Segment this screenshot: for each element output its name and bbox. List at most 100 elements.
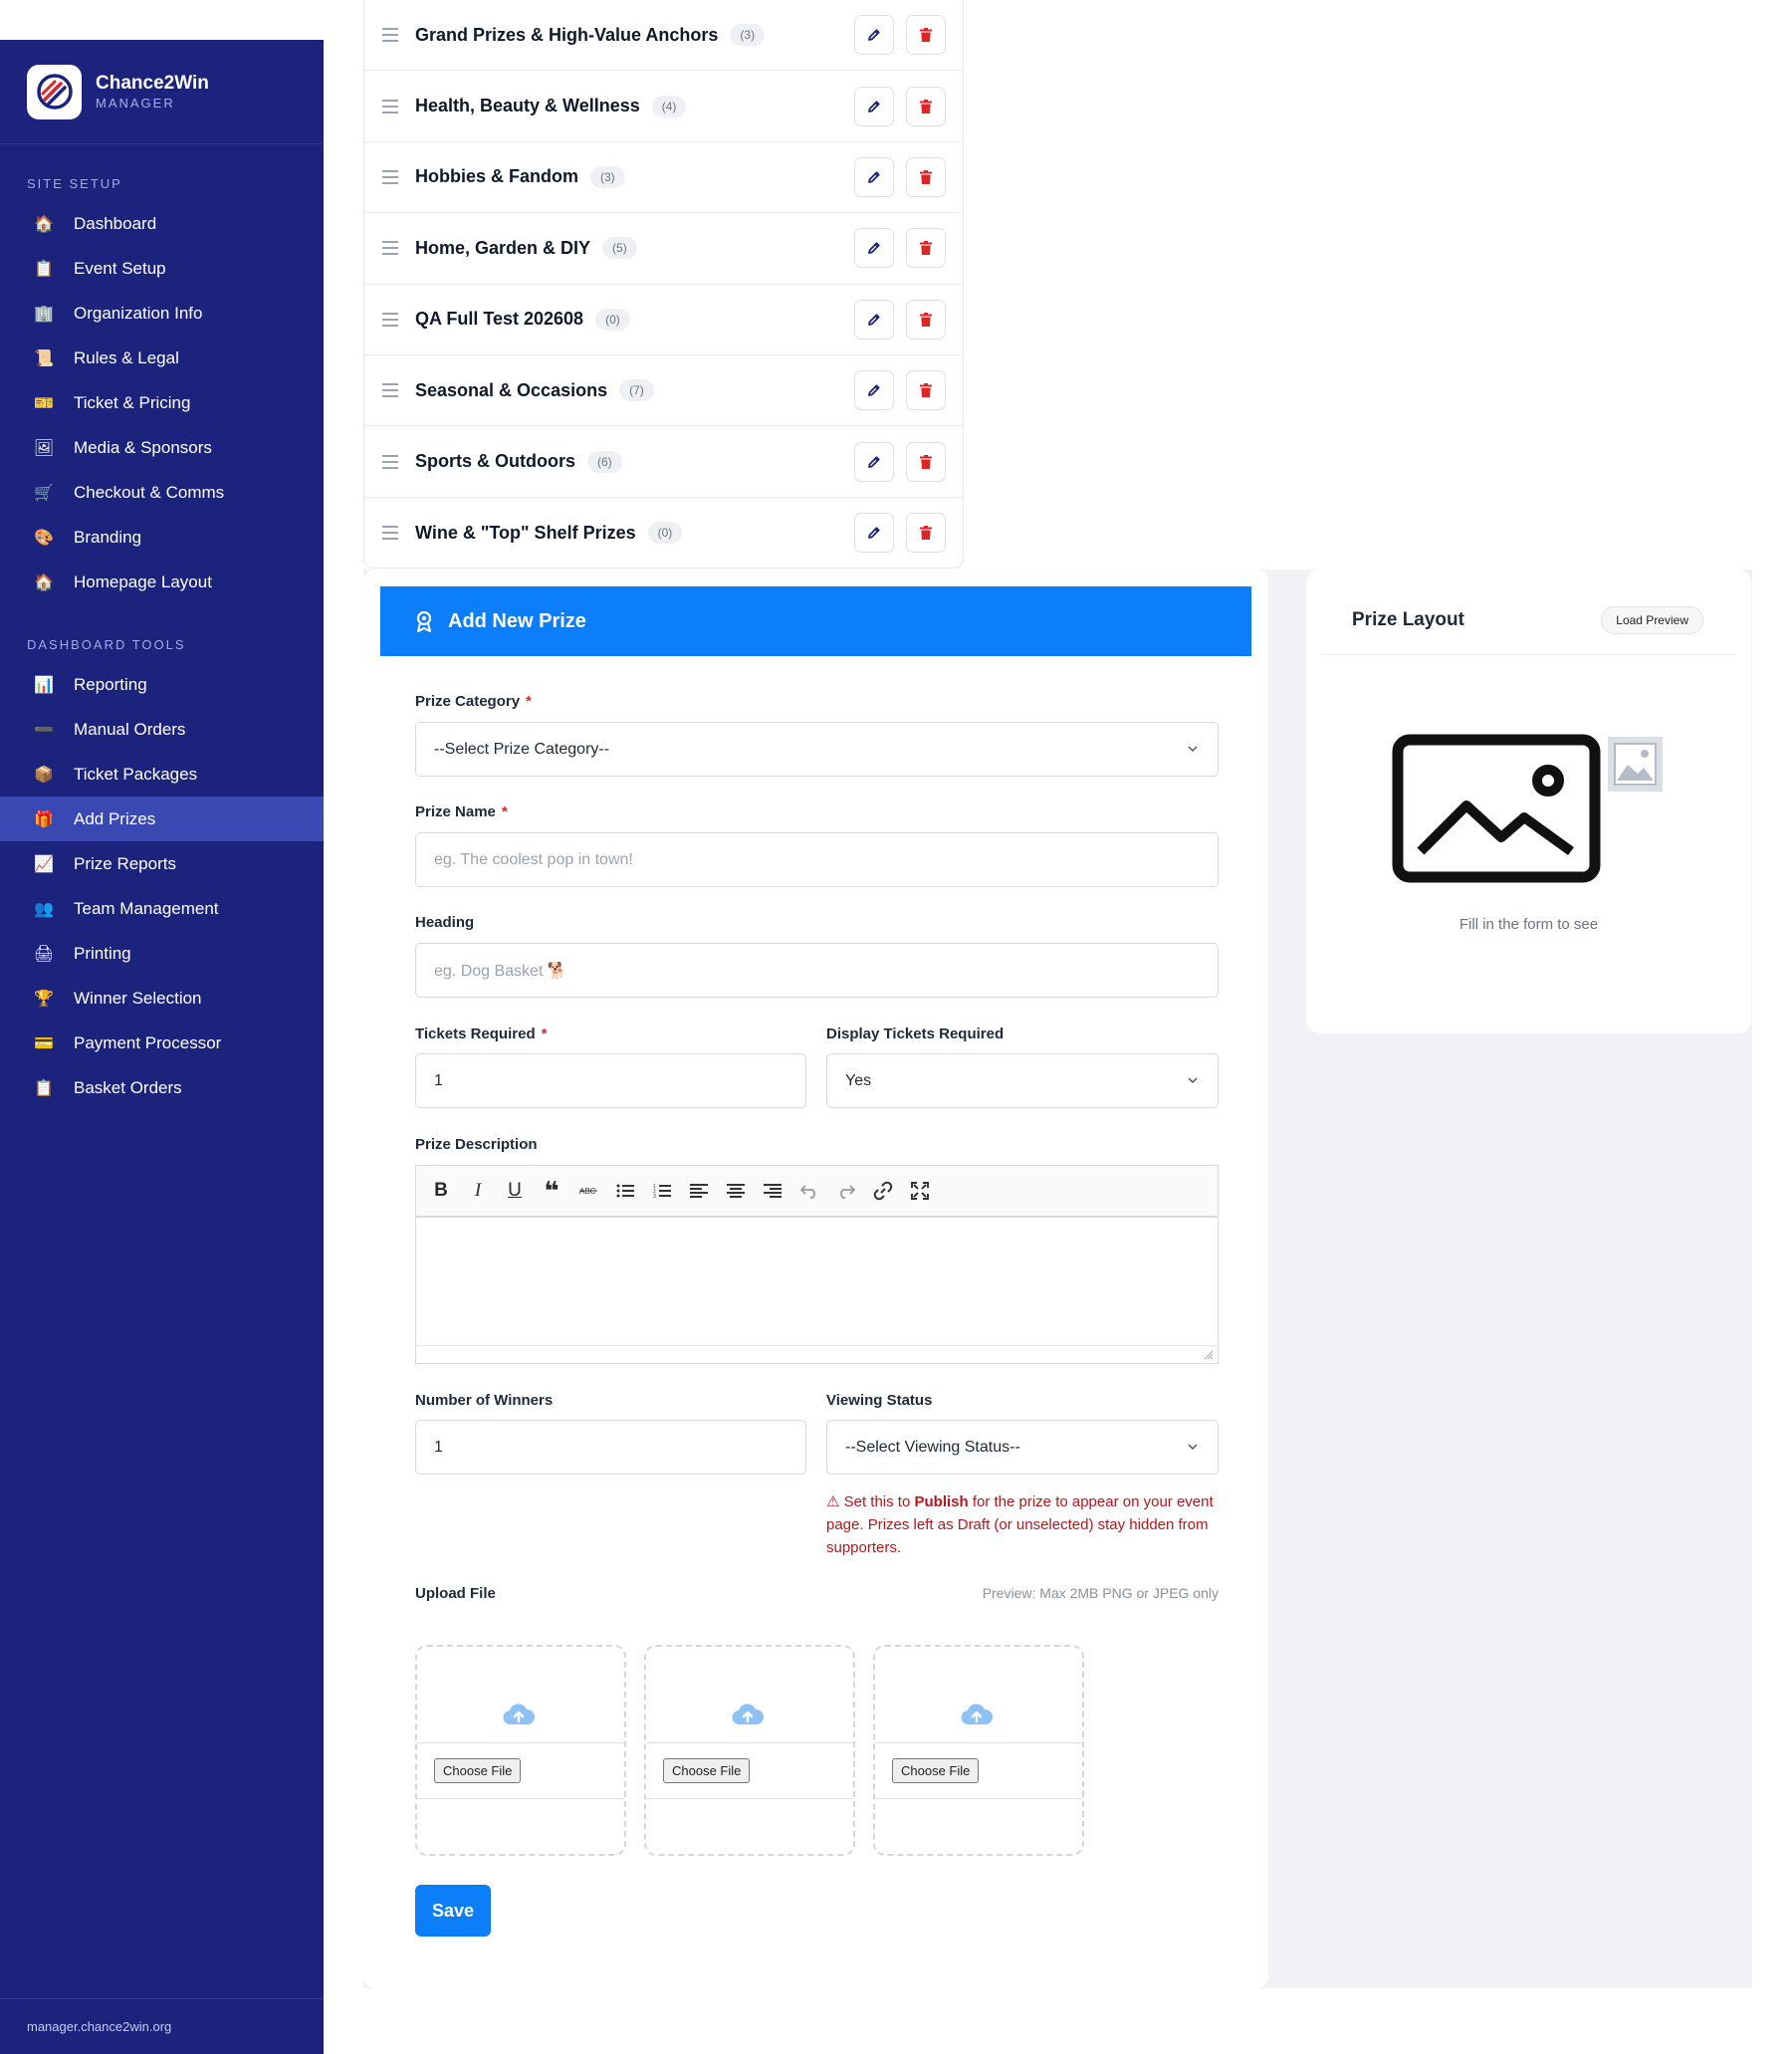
brand-name: Chance2Win <box>96 73 209 94</box>
sidebar-item-ticket-pricing[interactable]: 🎫 Ticket & Pricing <box>0 380 324 425</box>
sidebar-item-printing[interactable]: 🖨 Printing <box>0 931 324 976</box>
sidebar-item-reporting[interactable]: 📊 Reporting <box>0 662 324 707</box>
category-name: Home, Garden & DIY <box>415 237 591 258</box>
drag-handle-icon[interactable] <box>382 312 398 327</box>
prize-category-select[interactable]: --Select Prize Category-- <box>415 722 1219 777</box>
numbered-list-icon[interactable]: 123 <box>652 1181 672 1201</box>
pencil-icon <box>868 171 880 183</box>
sidebar-item-dashboard[interactable]: 🏠 Dashboard <box>0 201 324 246</box>
drag-handle-icon[interactable] <box>382 28 398 43</box>
edit-category-button[interactable] <box>854 86 894 126</box>
sidebar-item-rules-legal[interactable]: 📜 Rules & Legal <box>0 336 324 380</box>
delete-category-button[interactable] <box>906 370 946 411</box>
upload-dropzone[interactable]: Choose File <box>644 1645 855 1856</box>
prize-description-editor[interactable]: B I U ❝ ABC 123 <box>415 1165 1219 1364</box>
upload-dropzone[interactable]: Choose File <box>873 1645 1084 1856</box>
edit-category-button[interactable] <box>854 156 894 197</box>
load-preview-button[interactable]: Load Preview <box>1601 606 1703 634</box>
heading-input[interactable]: eg. Dog Basket 🐕 <box>415 943 1219 998</box>
cloud-upload-icon <box>961 1704 993 1725</box>
drag-handle-icon[interactable] <box>382 241 398 256</box>
italic-icon[interactable]: I <box>468 1180 488 1201</box>
sidebar-item-branding[interactable]: 🎨 Branding <box>0 515 324 560</box>
edit-category-button[interactable] <box>854 15 894 56</box>
winners-label: Number of Winners <box>415 1392 554 1409</box>
edit-category-button[interactable] <box>854 370 894 411</box>
sidebar-item-ticket-packages[interactable]: 📦 Ticket Packages <box>0 752 324 797</box>
tickets-required-label: Tickets Required * <box>415 1026 547 1042</box>
viewing-status-select[interactable]: --Select Viewing Status-- <box>826 1420 1219 1475</box>
winners-input[interactable]: 1 <box>415 1420 806 1475</box>
drag-handle-icon[interactable] <box>382 169 398 184</box>
prize-name-input[interactable]: eg. The coolest pop in town! <box>415 832 1219 887</box>
edit-category-button[interactable] <box>854 299 894 340</box>
sidebar-item-basket-orders[interactable]: 📋 Basket Orders <box>0 1065 324 1110</box>
payment-processor-icon: 💳 <box>34 1034 54 1052</box>
redo-icon[interactable] <box>836 1181 856 1201</box>
sidebar-item-prize-reports[interactable]: 📈 Prize Reports <box>0 841 324 886</box>
sidebar-item-media-sponsors[interactable]: 🖼 Media & Sponsors <box>0 425 324 470</box>
bullet-list-icon[interactable] <box>615 1181 635 1201</box>
sidebar-item-manual-orders[interactable]: ➖ Manual Orders <box>0 707 324 752</box>
display-tickets-value: Yes <box>845 1071 872 1089</box>
delete-category-button[interactable] <box>906 441 946 482</box>
drag-handle-icon[interactable] <box>382 454 398 469</box>
link-icon[interactable] <box>873 1181 893 1201</box>
category-row: Sports & Outdoors (6) <box>364 426 963 498</box>
file-input-row: Choose File <box>646 1742 853 1799</box>
quote-icon[interactable]: ❝ <box>542 1176 561 1206</box>
edit-category-button[interactable] <box>854 513 894 554</box>
basket-orders-icon: 📋 <box>34 1079 54 1097</box>
edit-category-button[interactable] <box>854 228 894 269</box>
prize-layout-card: Prize Layout Load Preview Fill in the fo… <box>1306 570 1751 1033</box>
trash-icon <box>920 28 932 43</box>
strikethrough-icon[interactable]: ABC <box>578 1181 598 1201</box>
sidebar-item-checkout-comms[interactable]: 🛒 Checkout & Comms <box>0 470 324 515</box>
underline-icon[interactable]: U <box>505 1180 525 1201</box>
category-name: Hobbies & Fandom <box>415 166 579 187</box>
drag-handle-icon[interactable] <box>382 99 398 114</box>
save-button[interactable]: Save <box>415 1885 491 1937</box>
sidebar-item-organization-info[interactable]: 🏢 Organization Info <box>0 291 324 336</box>
upload-dropzone[interactable]: Choose File <box>415 1645 626 1856</box>
undo-icon[interactable] <box>799 1181 819 1201</box>
brand[interactable]: Chance2Win MANAGER <box>0 40 324 144</box>
drag-handle-icon[interactable] <box>382 383 398 398</box>
pencil-icon <box>868 527 880 540</box>
edit-category-button[interactable] <box>854 441 894 482</box>
align-center-icon[interactable] <box>726 1181 746 1201</box>
choose-file-button[interactable]: Choose File <box>434 1758 522 1783</box>
delete-category-button[interactable] <box>906 156 946 197</box>
resize-grip-icon[interactable] <box>1204 1350 1214 1360</box>
upload-file-label: Upload File <box>415 1585 496 1602</box>
delete-category-button[interactable] <box>906 15 946 56</box>
sidebar-item-add-prizes[interactable]: 🎁 Add Prizes <box>0 797 324 841</box>
winner-selection-icon: 🏆 <box>34 990 54 1008</box>
delete-category-button[interactable] <box>906 299 946 340</box>
delete-category-button[interactable] <box>906 86 946 126</box>
sidebar-item-label: Printing <box>74 943 131 963</box>
team-management-icon: 👥 <box>34 900 54 918</box>
align-left-icon[interactable] <box>689 1181 709 1201</box>
display-tickets-select[interactable]: Yes <box>826 1053 1219 1108</box>
fullscreen-icon[interactable] <box>910 1181 930 1201</box>
delete-category-button[interactable] <box>906 228 946 269</box>
choose-file-button[interactable]: Choose File <box>663 1758 751 1783</box>
delete-category-button[interactable] <box>906 513 946 554</box>
bold-icon[interactable]: B <box>431 1180 451 1201</box>
sidebar-item-payment-processor[interactable]: 💳 Payment Processor <box>0 1021 324 1065</box>
sidebar: Chance2Win MANAGER SITE SETUP 🏠 Dashboard… <box>0 40 324 2054</box>
drag-handle-icon[interactable] <box>382 526 398 541</box>
choose-file-button[interactable]: Choose File <box>892 1758 980 1783</box>
align-right-icon[interactable] <box>763 1181 783 1201</box>
sidebar-item-team-management[interactable]: 👥 Team Management <box>0 886 324 931</box>
sidebar-item-winner-selection[interactable]: 🏆 Winner Selection <box>0 976 324 1021</box>
sidebar-item-label: Reporting <box>74 674 147 694</box>
category-count-badge: (7) <box>619 379 654 402</box>
organization-info-icon: 🏢 <box>34 305 54 323</box>
required-marker: * <box>526 693 532 710</box>
display-tickets-label: Display Tickets Required <box>826 1026 1005 1042</box>
sidebar-item-event-setup[interactable]: 📋 Event Setup <box>0 246 324 291</box>
tickets-required-input[interactable]: 1 <box>415 1053 806 1108</box>
sidebar-item-homepage-layout[interactable]: 🏠 Homepage Layout <box>0 560 324 604</box>
